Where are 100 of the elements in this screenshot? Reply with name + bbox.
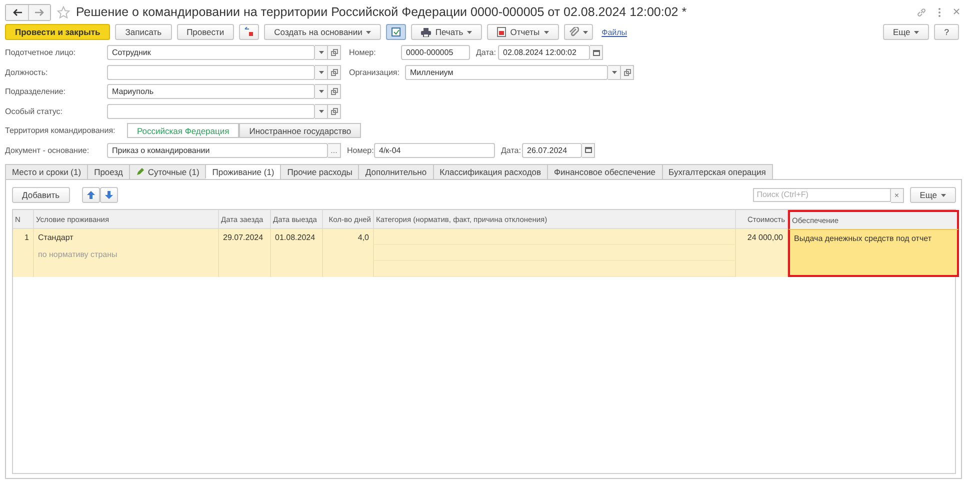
document-check-icon bbox=[391, 27, 402, 37]
field-label: Подотчетное лицо: bbox=[5, 48, 76, 58]
field-label: Подразделение: bbox=[5, 87, 67, 96]
field-label: Дата: bbox=[501, 146, 522, 155]
dropdown-button[interactable] bbox=[608, 64, 621, 80]
caret-icon bbox=[366, 30, 372, 34]
caret-icon bbox=[467, 30, 472, 34]
dropdown-button[interactable] bbox=[315, 84, 328, 100]
tab[interactable]: Место и сроки (1) bbox=[5, 164, 88, 179]
post-and-close-button[interactable]: Провести и закрыть bbox=[5, 24, 110, 40]
caret-icon bbox=[941, 194, 946, 196]
select-button[interactable]: ... bbox=[328, 142, 341, 158]
clear-button[interactable]: × bbox=[890, 188, 904, 202]
toolbar-button[interactable]: Провести bbox=[176, 24, 234, 40]
table-cell: 1 bbox=[13, 229, 34, 277]
document-exchange-icon bbox=[244, 27, 254, 37]
field-label: Организация: bbox=[349, 68, 400, 77]
table-cell: 24 000,00 bbox=[736, 229, 788, 277]
field-label: Дата: bbox=[476, 48, 497, 58]
paperclip-icon bbox=[568, 27, 579, 37]
select-field[interactable] bbox=[107, 64, 315, 80]
calendar-icon bbox=[584, 147, 592, 154]
pencil-icon bbox=[136, 168, 144, 176]
select-field[interactable]: Мариуполь bbox=[107, 84, 315, 100]
up-arrow-icon bbox=[86, 191, 95, 199]
caret-icon bbox=[544, 30, 549, 34]
star-icon[interactable] bbox=[57, 6, 70, 18]
search-field[interactable]: Поиск (Ctrl+F) bbox=[752, 188, 891, 202]
tab[interactable]: Прочие расходы bbox=[280, 164, 360, 179]
files-link[interactable]: Файлы bbox=[602, 28, 628, 36]
basis-number-field[interactable]: 4/к-04 bbox=[374, 142, 495, 158]
tab[interactable]: Проживание (1) bbox=[205, 164, 282, 179]
field-label: Номер: bbox=[347, 146, 374, 155]
printer-icon bbox=[421, 28, 432, 36]
forward-arrow-icon bbox=[35, 8, 44, 16]
caret-icon bbox=[612, 70, 616, 74]
close-icon[interactable] bbox=[953, 8, 960, 14]
date-field[interactable]: 02.08.2024 12:00:02 bbox=[498, 45, 590, 60]
menu-button[interactable]: Создать на основании bbox=[264, 24, 382, 40]
tab[interactable]: Финансовое обеспечение bbox=[547, 164, 663, 179]
attachment-button[interactable] bbox=[564, 24, 593, 40]
table-cell: 01.08.2024 bbox=[271, 229, 323, 277]
organization-field[interactable]: Миллениум bbox=[405, 64, 608, 80]
table-cell: 29.07.2024 bbox=[219, 229, 271, 277]
tab[interactable]: Проезд bbox=[87, 164, 130, 179]
calendar-icon bbox=[592, 50, 600, 56]
dropdown-button[interactable] bbox=[315, 104, 328, 119]
back-arrow-icon bbox=[12, 8, 22, 16]
dropdown-button[interactable] bbox=[315, 64, 328, 80]
open-button[interactable] bbox=[328, 64, 341, 80]
caret-icon bbox=[318, 110, 324, 113]
open-button[interactable] bbox=[328, 84, 341, 100]
add-button[interactable]: Добавить bbox=[12, 187, 70, 203]
link-icon[interactable] bbox=[917, 8, 926, 16]
table-cell: Выдача денежных средств под отчет bbox=[788, 229, 959, 277]
tab[interactable]: Суточные (1) bbox=[128, 164, 206, 179]
field-label: Особый статус: bbox=[5, 106, 64, 116]
tab[interactable]: Бухгалтерская операция bbox=[662, 164, 773, 179]
calendar-button[interactable] bbox=[582, 142, 595, 158]
open-button[interactable] bbox=[328, 104, 341, 119]
caret-icon bbox=[318, 90, 324, 94]
field-label: Номер: bbox=[349, 48, 377, 58]
move-down-button[interactable] bbox=[100, 187, 118, 203]
back-button[interactable] bbox=[6, 4, 28, 20]
tab[interactable]: Дополнительно bbox=[358, 164, 434, 179]
open-button[interactable] bbox=[621, 64, 634, 80]
open-button[interactable] bbox=[328, 45, 341, 60]
field-label: Территория командирования: bbox=[5, 126, 116, 136]
open-icon bbox=[624, 68, 630, 76]
report-icon bbox=[497, 27, 506, 37]
reports-button[interactable]: Отчеты bbox=[487, 24, 559, 40]
open-icon bbox=[330, 49, 338, 56]
dropdown-button[interactable] bbox=[315, 45, 328, 60]
territory-option[interactable]: Иностранное государство bbox=[239, 123, 362, 138]
toolbar-button[interactable]: Записать bbox=[115, 24, 172, 40]
caret-icon bbox=[582, 30, 588, 34]
field-label: Должность: bbox=[5, 68, 49, 77]
move-up-button[interactable] bbox=[82, 187, 100, 203]
table-cell: 4,0 bbox=[323, 229, 374, 277]
number-field[interactable]: 0000-000005 bbox=[401, 45, 470, 60]
basis-document-field[interactable]: Приказ о командировании bbox=[107, 142, 328, 158]
cell-text: Стандарт bbox=[38, 233, 74, 242]
toggle-button[interactable] bbox=[386, 24, 406, 40]
menu-button[interactable]: Еще bbox=[882, 24, 930, 40]
caret-icon bbox=[318, 51, 324, 54]
open-icon bbox=[330, 88, 338, 96]
toolbar-button[interactable]: ? bbox=[934, 24, 959, 40]
open-icon bbox=[330, 108, 338, 115]
caret-icon bbox=[318, 70, 324, 74]
down-arrow-icon bbox=[104, 191, 113, 199]
more-button[interactable]: Еще bbox=[910, 187, 956, 203]
more-icon[interactable] bbox=[938, 8, 941, 16]
tab[interactable]: Классификация расходов bbox=[432, 164, 548, 179]
open-icon bbox=[330, 68, 338, 76]
select-field[interactable]: Сотрудник bbox=[107, 45, 315, 60]
toolbar-button[interactable] bbox=[239, 24, 260, 40]
calendar-button[interactable] bbox=[590, 45, 603, 60]
print-button[interactable]: Печать bbox=[411, 24, 482, 40]
basis-date-field[interactable]: 26.07.2024 bbox=[522, 142, 582, 158]
select-field[interactable] bbox=[107, 104, 315, 119]
